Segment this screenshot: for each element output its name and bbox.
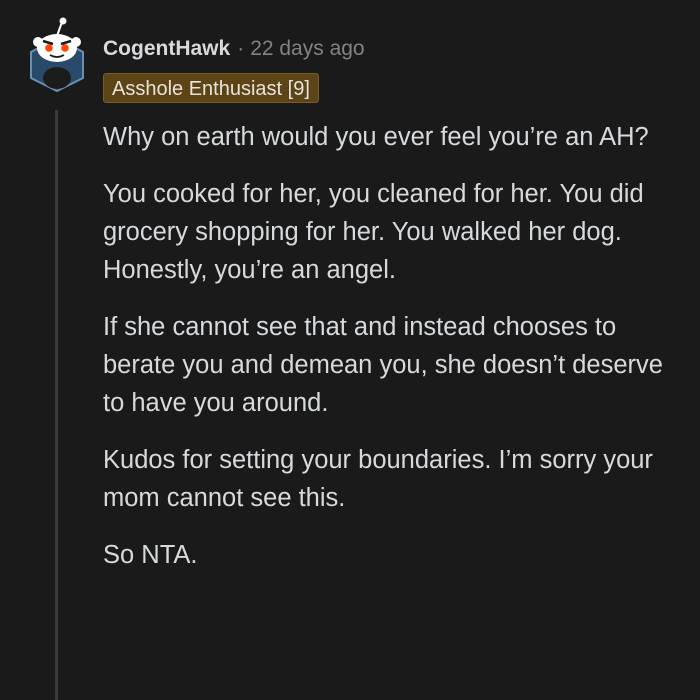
comment-paragraph: So NTA.: [103, 541, 198, 569]
username-link[interactable]: CogentHawk: [103, 37, 230, 61]
user-flair-badge: Asshole Enthusiast [9]: [103, 73, 319, 103]
comment-paragraph: Kudos for setting your boundaries. I’m s…: [103, 446, 653, 512]
reddit-snoo-avatar-icon: [30, 17, 84, 93]
comment-body: Why on earth would you ever feel you’re …: [103, 118, 683, 593]
comment-paragraph: You cooked for her, you cleaned for her.…: [103, 180, 644, 284]
comment-paragraph: If she cannot see that and instead choos…: [103, 313, 663, 417]
comment-paragraph: Why on earth would you ever feel you’re …: [103, 123, 649, 151]
comment-page: CogentHawk · 22 days ago Asshole Enthusi…: [0, 0, 700, 700]
thread-line[interactable]: [55, 110, 58, 700]
comment-timestamp[interactable]: 22 days ago: [250, 37, 364, 61]
comment-header: CogentHawk · 22 days ago: [103, 34, 365, 64]
user-avatar-icon[interactable]: [26, 16, 88, 93]
meta-separator: ·: [237, 37, 245, 60]
